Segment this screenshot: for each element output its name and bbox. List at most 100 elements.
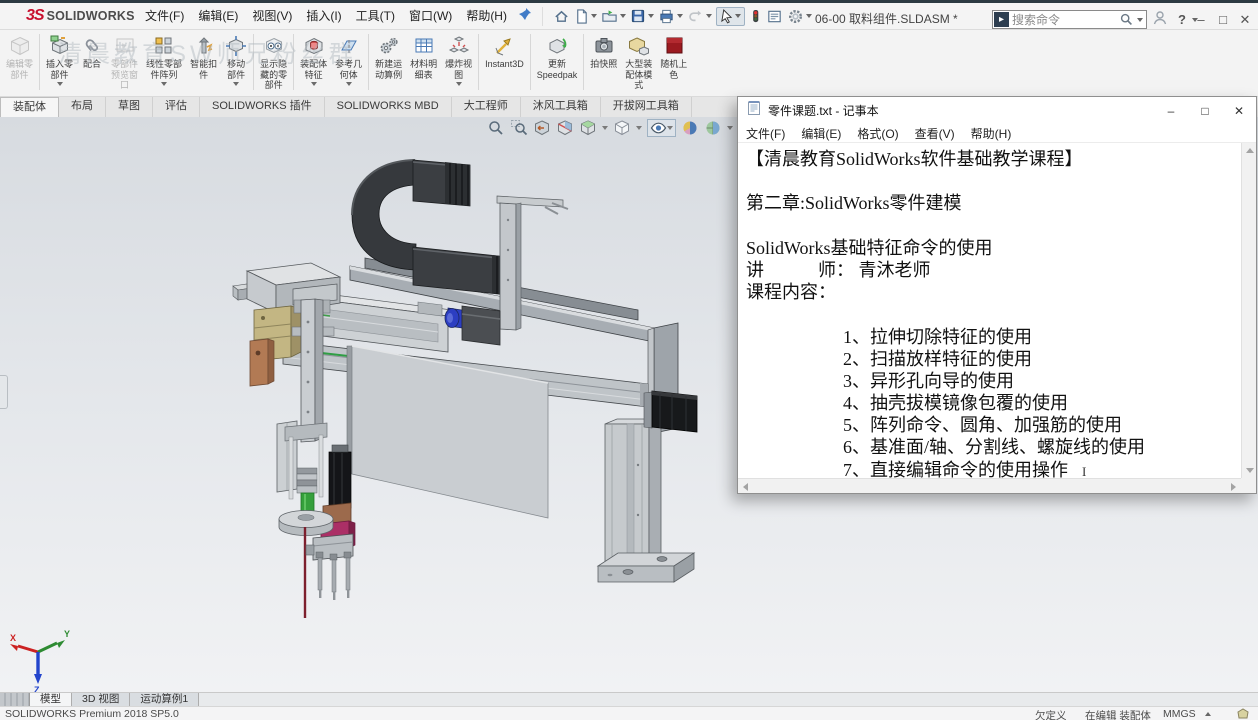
undo-caret[interactable] [705, 14, 712, 18]
print-button[interactable] [658, 8, 683, 25]
notepad-close-button[interactable]: ✕ [1222, 104, 1256, 118]
ribbon-button-instant3d[interactable]: Instant3D [481, 30, 528, 70]
gear-caret[interactable] [805, 14, 812, 18]
ribbon-button-assembly-features[interactable]: 装配体 特征 [296, 30, 331, 86]
text-cursor: I [1082, 463, 1087, 478]
ribbon-button-random-color[interactable]: 随机上 色 [656, 30, 691, 80]
units-caret[interactable] [1205, 712, 1211, 716]
ribbon-button-new-motion-study[interactable]: 新建运 动算例 [371, 30, 406, 80]
notepad-line: 4、抽壳拔模镜像包覆的使用 [843, 393, 1068, 414]
search-placeholder: 搜索命令 [1012, 13, 1061, 27]
search-caret[interactable] [1137, 17, 1143, 22]
notepad-menu-format[interactable]: 格式(O) [849, 125, 906, 142]
menu-insert[interactable]: 插入(I) [299, 3, 348, 29]
right-leg[interactable] [604, 418, 662, 569]
tab-sw-mbd[interactable]: SOLIDWORKS MBD [325, 97, 452, 117]
ribbon-button-reference-geometry[interactable]: 参考几 何体 [331, 30, 366, 86]
maximize-button[interactable]: □ [1212, 12, 1234, 27]
notepad-menu-file[interactable]: 文件(F) [738, 125, 793, 142]
ribbon-button-exploded-view[interactable]: 爆炸视 图 [441, 30, 476, 86]
notepad-menu-help[interactable]: 帮助(H) [963, 125, 1020, 142]
notepad-horizontal-scrollbar[interactable] [738, 478, 1241, 493]
interference-icon[interactable] [749, 8, 762, 25]
menu-file[interactable]: 文件(F) [138, 3, 191, 29]
quick-access-toolbar [541, 6, 814, 26]
3d-model-viewport[interactable]: X Y Z [0, 117, 737, 692]
ribbon-button-show-hidden[interactable]: 显示隐 藏的零 部件 [256, 30, 291, 91]
tab-3d-views[interactable]: 3D 视图 [72, 693, 131, 706]
menu-tools[interactable]: 工具(T) [349, 3, 402, 29]
ribbon-button-move-component[interactable]: 移动 部件 [221, 30, 251, 86]
open-button[interactable] [601, 8, 626, 25]
home-button[interactable] [553, 8, 570, 25]
ribbon-button-update-speedpak[interactable]: 更新 Speedpak [533, 30, 582, 80]
open-caret[interactable] [619, 14, 626, 18]
notepad-line: 讲 师： 青沐老师 [746, 259, 931, 280]
tab-dagongchengshi[interactable]: 大工程师 [452, 97, 521, 117]
ribbon-button-edit-component[interactable]: 编辑零 部件 [2, 30, 37, 80]
tab-mufeng-toolbox[interactable]: 沐风工具箱 [521, 97, 601, 117]
update-speedpak-icon [546, 34, 568, 57]
menu-window[interactable]: 窗口(W) [402, 3, 459, 29]
print-caret[interactable] [676, 14, 683, 18]
ribbon-separator [478, 34, 480, 90]
menu-view[interactable]: 视图(V) [245, 3, 299, 29]
ribbon-button-component-preview[interactable]: 零部件 预览窗 口 [107, 30, 142, 91]
notepad-menu-edit[interactable]: 编辑(E) [793, 125, 849, 142]
tab-kaibawang-toolbox[interactable]: 开拔网工具箱 [601, 97, 692, 117]
settings-gear-button[interactable] [787, 8, 812, 25]
leg-base-plate[interactable] [596, 552, 696, 583]
undo-button[interactable] [687, 8, 712, 25]
ribbon-button-linear-pattern[interactable]: 线性零部 件阵列 [142, 30, 186, 86]
ribbon-button-mate[interactable]: 配合 [77, 30, 107, 70]
notepad-titlebar[interactable]: 零件课题.txt - 记事本 – □ ✕ [738, 97, 1256, 124]
ribbon-button-take-snapshot[interactable]: 拍快照 [586, 30, 621, 70]
tab-layout[interactable]: 布局 [59, 97, 106, 117]
notepad-text[interactable]: 【清晨教育SolidWorks软件基础教学课程】 第二章:SolidWorks零… [738, 143, 1241, 478]
ribbon-button-bill-of-materials[interactable]: 材料明 细表 [406, 30, 441, 80]
new-caret[interactable] [590, 14, 597, 18]
dropdown-caret[interactable] [345, 82, 352, 86]
save-caret[interactable] [647, 14, 654, 18]
notepad-minimize-button[interactable]: – [1154, 104, 1188, 118]
ribbon-button-insert-component[interactable]: 插入零 部件 [42, 30, 77, 86]
tab-sketch[interactable]: 草图 [106, 97, 153, 117]
notepad-window[interactable]: 零件课题.txt - 记事本 – □ ✕ 文件(F) 编辑(E) 格式(O) 查… [737, 96, 1257, 494]
status-units[interactable]: MMGS [1163, 708, 1196, 720]
ribbon-button-large-assembly-mode[interactable]: 大型装 配体模 式 [621, 30, 656, 91]
dropdown-caret[interactable] [161, 82, 168, 86]
save-button[interactable] [630, 8, 654, 24]
tab-evaluate[interactable]: 评估 [153, 97, 200, 117]
select-tool-button[interactable] [715, 6, 745, 26]
options-list-icon[interactable] [766, 8, 783, 25]
dropdown-caret[interactable] [56, 82, 63, 86]
notepad-menu-view[interactable]: 查看(V) [907, 125, 963, 142]
tab-assembly[interactable]: 装配体 [0, 97, 59, 117]
help-button[interactable]: ? [1178, 6, 1186, 33]
status-tag-icon[interactable] [1237, 708, 1249, 720]
dropdown-caret[interactable] [455, 82, 462, 86]
ribbon-button-smart-fasteners[interactable]: 智能扣 件 [186, 30, 221, 80]
select-caret[interactable] [734, 14, 741, 18]
y-axis-motor[interactable] [643, 390, 698, 433]
notepad-maximize-button[interactable]: □ [1188, 104, 1222, 118]
dropdown-caret[interactable] [233, 82, 240, 86]
tab-motion-study[interactable]: 运动算例1 [130, 693, 200, 706]
menu-help[interactable]: 帮助(H) [459, 3, 514, 29]
pin-menu-icon[interactable] [518, 7, 532, 26]
tab-scroll-control[interactable] [0, 693, 30, 706]
minimize-button[interactable]: – [1190, 12, 1212, 27]
notepad-text-area[interactable]: 【清晨教育SolidWorks软件基础教学课程】 第二章:SolidWorks零… [738, 143, 1256, 493]
smart-fasteners-icon [193, 34, 215, 57]
search-icon[interactable] [1119, 12, 1134, 27]
command-search-box[interactable]: ▸ 搜索命令 [992, 10, 1147, 29]
triad-x-label: X [10, 633, 16, 643]
menu-edit[interactable]: 编辑(E) [191, 3, 245, 29]
user-account-icon[interactable] [1152, 10, 1168, 31]
tab-model[interactable]: 模型 [30, 693, 72, 706]
new-document-button[interactable] [574, 8, 597, 25]
notepad-vertical-scrollbar[interactable] [1241, 143, 1256, 478]
tab-sw-addins[interactable]: SOLIDWORKS 插件 [200, 97, 325, 117]
dropdown-caret[interactable] [310, 82, 317, 86]
close-button[interactable]: ✕ [1234, 12, 1256, 28]
